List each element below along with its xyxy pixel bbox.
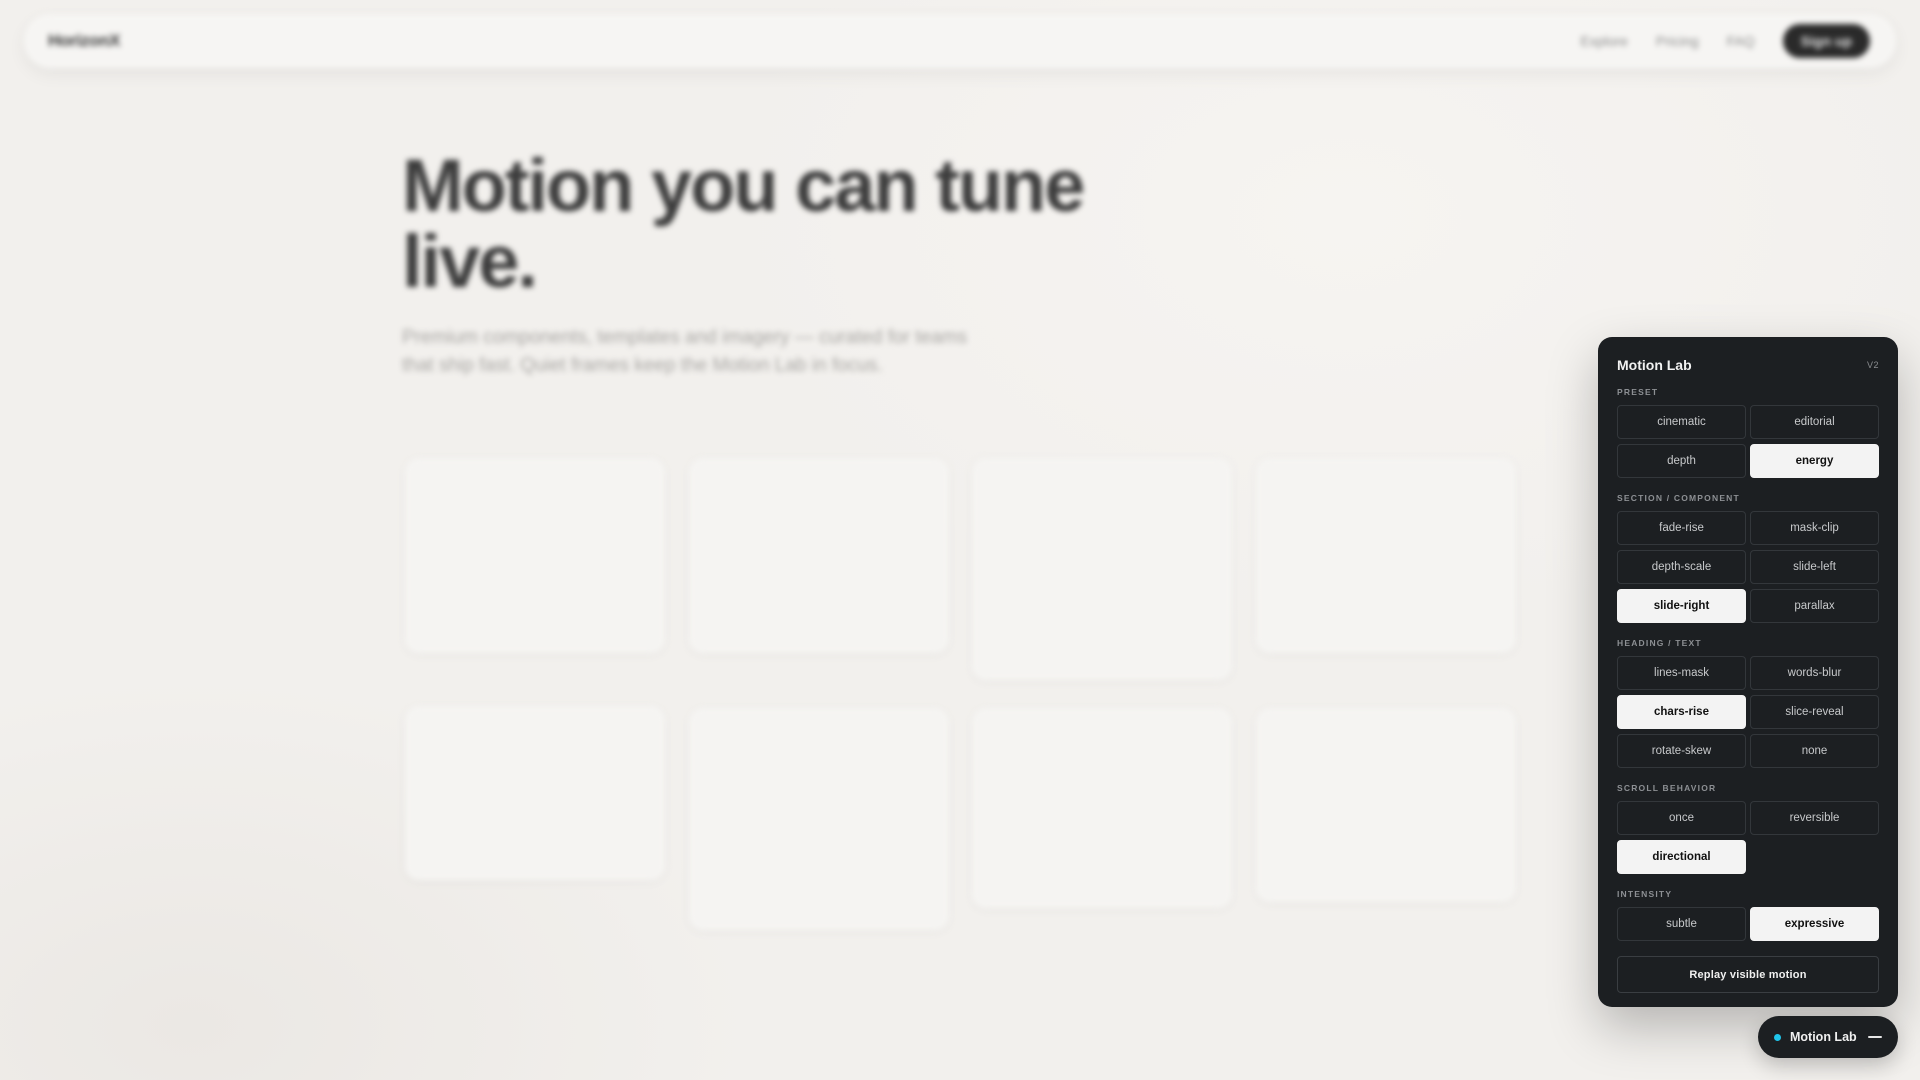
motion-lab-panel: Motion Lab V2 PRESET cinematic editorial…	[1598, 337, 1898, 1007]
preset-option-editorial[interactable]: editorial	[1750, 405, 1879, 439]
intensity-option-expressive[interactable]: expressive	[1750, 907, 1879, 941]
component-option-parallax[interactable]: parallax	[1750, 589, 1879, 623]
preset-option-energy[interactable]: energy	[1750, 444, 1879, 478]
scroll-option-reversible[interactable]: reversible	[1750, 801, 1879, 835]
intensity-options: subtle expressive	[1617, 907, 1879, 941]
nav-link-explore[interactable]: Explore	[1580, 33, 1627, 49]
card	[405, 706, 665, 880]
replay-motion-button[interactable]: Replay visible motion	[1617, 956, 1879, 993]
card	[689, 458, 949, 653]
section-label-preset: PRESET	[1617, 387, 1659, 397]
component-options: fade-rise mask-clip depth-scale slide-le…	[1617, 511, 1879, 623]
card	[972, 708, 1232, 908]
motion-lab-toggle[interactable]: Motion Lab	[1758, 1016, 1898, 1058]
heading-option-chars-rise[interactable]: chars-rise	[1617, 695, 1746, 729]
scroll-options: once reversible directional	[1617, 801, 1879, 874]
nav-link-faq[interactable]: FAQ	[1727, 33, 1755, 49]
signup-button[interactable]: Sign up	[1782, 24, 1870, 58]
card	[972, 458, 1232, 680]
card	[1256, 708, 1516, 902]
component-option-slide-left[interactable]: slide-left	[1750, 550, 1879, 584]
hero-subtitle: Premium components, templates and imager…	[402, 327, 967, 376]
intensity-option-subtle[interactable]: subtle	[1617, 907, 1746, 941]
scroll-option-directional[interactable]: directional	[1617, 840, 1746, 874]
heading-option-none[interactable]: none	[1750, 734, 1879, 768]
toggle-label: Motion Lab	[1790, 1030, 1857, 1044]
section-label-scroll: SCROLL BEHAVIOR	[1617, 783, 1717, 793]
heading-options: lines-mask words-blur chars-rise slice-r…	[1617, 656, 1879, 768]
minimize-icon[interactable]	[1868, 1036, 1882, 1038]
component-option-slide-right[interactable]: slide-right	[1617, 589, 1746, 623]
logo[interactable]: HorizonX	[48, 31, 121, 51]
status-dot-icon	[1774, 1033, 1781, 1041]
preset-option-cinematic[interactable]: cinematic	[1617, 405, 1746, 439]
component-option-fade-rise[interactable]: fade-rise	[1617, 511, 1746, 545]
heading-option-lines-mask[interactable]: lines-mask	[1617, 656, 1746, 690]
card	[405, 458, 665, 653]
preset-options: cinematic editorial depth energy	[1617, 405, 1879, 478]
preset-option-depth[interactable]: depth	[1617, 444, 1746, 478]
nav-links: Explore Pricing FAQ Sign up	[1580, 24, 1870, 58]
scroll-option-once[interactable]: once	[1617, 801, 1746, 835]
nav-link-pricing[interactable]: Pricing	[1656, 33, 1699, 49]
heading-option-words-blur[interactable]: words-blur	[1750, 656, 1879, 690]
version-badge: V2	[1866, 360, 1879, 370]
top-nav: HorizonX Explore Pricing FAQ Sign up	[24, 14, 1896, 68]
section-label-component: SECTION / COMPONENT	[1617, 493, 1740, 503]
card	[689, 708, 949, 930]
panel-title: Motion Lab	[1617, 357, 1692, 373]
section-label-heading: HEADING / TEXT	[1617, 638, 1702, 648]
component-option-mask-clip[interactable]: mask-clip	[1750, 511, 1879, 545]
heading-option-slice-reveal[interactable]: slice-reveal	[1750, 695, 1879, 729]
component-option-depth-scale[interactable]: depth-scale	[1617, 550, 1746, 584]
card	[1256, 458, 1516, 653]
hero-title: Motion you can tune live.	[402, 144, 1085, 303]
heading-option-rotate-skew[interactable]: rotate-skew	[1617, 734, 1746, 768]
section-label-intensity: INTENSITY	[1617, 889, 1673, 899]
